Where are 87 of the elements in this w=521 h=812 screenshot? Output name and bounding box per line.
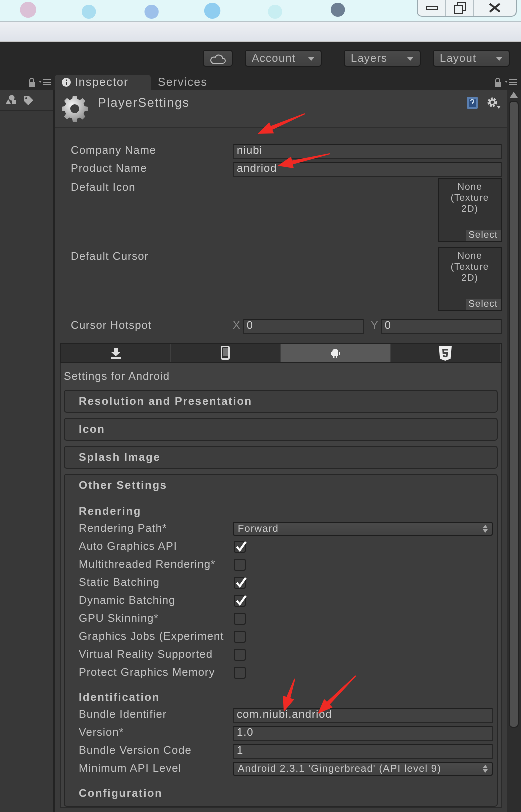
close-icon	[489, 3, 501, 13]
dropdown-button[interactable]: Account	[245, 50, 322, 67]
phone-icon	[221, 346, 230, 360]
input-field[interactable]: andriod	[233, 162, 502, 176]
caret-icon	[407, 56, 414, 60]
input-field[interactable]: niubi	[233, 144, 502, 158]
section-header[interactable]: Other Settings	[79, 475, 168, 496]
checkbox[interactable]	[234, 613, 246, 625]
scroll-up-icon[interactable]	[510, 92, 518, 98]
texture-slot[interactable]: None (Texture 2D) Select	[438, 178, 502, 242]
field-label: Rendering Path*	[79, 523, 168, 535]
axis-label: Y	[371, 320, 379, 332]
input-field[interactable]: 0	[242, 318, 364, 334]
input-field[interactable]: 0	[380, 318, 502, 334]
cloud-icon	[210, 54, 226, 64]
updown-icon	[483, 765, 488, 773]
lock-icon[interactable]	[494, 78, 502, 87]
minimize-icon	[426, 5, 438, 11]
platform-tab[interactable]	[391, 344, 501, 362]
field-label: Default Icon	[71, 182, 137, 194]
annotation-arrow	[258, 114, 306, 134]
checkbox[interactable]	[234, 559, 246, 571]
checkbox[interactable]	[234, 667, 246, 679]
section-header[interactable]: Resolution and Presentation	[79, 391, 252, 412]
field-label: Auto Graphics API	[79, 541, 178, 553]
field-label: Graphics Jobs (Experiment	[79, 631, 226, 643]
input-field[interactable]: 1	[233, 744, 493, 758]
field-label: Bundle Identifier	[79, 709, 168, 721]
updown-icon	[483, 525, 488, 533]
platform-heading: Settings for Android	[64, 370, 172, 385]
section-header[interactable]: Splash Image	[79, 447, 161, 468]
dropdown-button[interactable]: Layout	[433, 50, 510, 67]
field-label: GPU Skinning*	[79, 613, 160, 625]
field-label: Static Batching	[79, 577, 161, 589]
annotation-arrow	[278, 154, 330, 168]
field-label: Cursor Hotspot	[71, 320, 153, 332]
settings-icon[interactable]	[487, 97, 501, 109]
inspector-title: PlayerSettings	[98, 96, 191, 110]
lock-icon[interactable]	[28, 78, 36, 87]
scrollbar-thumb[interactable]	[509, 101, 519, 728]
tag-icon[interactable]	[23, 94, 34, 106]
platform-tab[interactable]	[171, 344, 281, 362]
checkbox[interactable]	[234, 631, 246, 643]
gear-icon	[61, 94, 89, 122]
field-label: Protect Graphics Memory	[79, 667, 216, 679]
select-button[interactable]: Select	[466, 230, 501, 241]
field-label: Default Cursor	[71, 251, 150, 263]
field-label: Product Name	[71, 163, 148, 175]
field-label: Multithreaded Rendering*	[79, 559, 217, 571]
menu-icon[interactable]	[39, 79, 51, 86]
section-header[interactable]: Icon	[79, 419, 106, 440]
field-label: Minimum API Level	[79, 763, 183, 775]
field-label: Version*	[79, 727, 125, 739]
texture-slot[interactable]: None (Texture 2D) Select	[438, 247, 502, 311]
checkbox[interactable]	[234, 595, 246, 607]
group-heading: Identification	[79, 692, 160, 704]
dropdown-button[interactable]: Layers	[344, 50, 421, 67]
annotation-arrow	[283, 678, 296, 712]
dropdown-field[interactable]: Forward	[233, 522, 493, 536]
platform-tab[interactable]	[281, 344, 391, 362]
group-heading: Rendering	[79, 506, 142, 518]
field-label: Dynamic Batching	[79, 595, 177, 607]
checkbox[interactable]	[234, 541, 246, 553]
select-button[interactable]: Select	[466, 299, 501, 310]
field-label: Company Name	[71, 145, 158, 157]
dropdown-field[interactable]: Android 2.3.1 'Gingerbread' (API level 9)	[233, 762, 493, 776]
field-label: Virtual Reality Supported	[79, 649, 214, 661]
download-icon	[110, 348, 120, 358]
shapes-icon[interactable]	[6, 95, 17, 105]
field-label: Bundle Version Code	[79, 745, 193, 757]
caret-icon	[496, 56, 503, 60]
checkbox[interactable]	[234, 649, 246, 661]
group-heading: Configuration	[79, 788, 163, 800]
android-icon	[331, 348, 340, 358]
help-icon[interactable]	[467, 97, 478, 109]
shield-icon	[439, 346, 452, 360]
axis-label: X	[233, 320, 241, 332]
panel-tab[interactable]: Services	[151, 75, 218, 90]
info-icon	[62, 78, 71, 87]
input-field[interactable]: 1.0	[233, 726, 493, 740]
cloud-button[interactable]	[203, 50, 233, 67]
menu-icon[interactable]	[505, 79, 517, 86]
caret-icon	[308, 56, 315, 60]
input-field[interactable]: com.niubi.andriod	[233, 708, 493, 722]
panel-tab[interactable]: Inspector	[55, 75, 151, 90]
platform-tab[interactable]	[61, 344, 171, 362]
checkbox[interactable]	[234, 577, 246, 589]
